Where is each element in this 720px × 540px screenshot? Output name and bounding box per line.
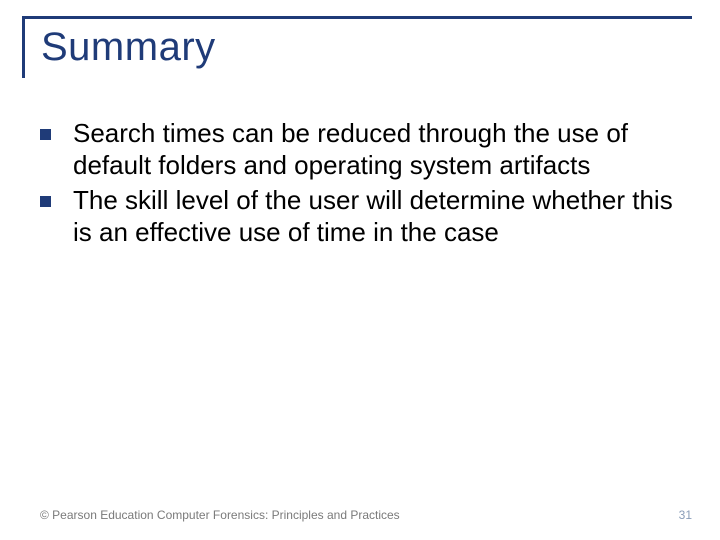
list-item: The skill level of the user will determi… xyxy=(40,185,682,248)
bullet-list: Search times can be reduced through the … xyxy=(22,118,692,249)
footer-copyright: © Pearson Education Computer Forensics: … xyxy=(40,508,400,522)
title-container: Summary xyxy=(22,16,692,78)
bullet-text: The skill level of the user will determi… xyxy=(73,185,682,248)
footer: © Pearson Education Computer Forensics: … xyxy=(0,508,720,522)
square-bullet-icon xyxy=(40,196,51,207)
page-number: 31 xyxy=(679,508,692,522)
square-bullet-icon xyxy=(40,129,51,140)
page-title: Summary xyxy=(41,25,692,70)
slide: Summary Search times can be reduced thro… xyxy=(0,0,720,540)
bullet-text: Search times can be reduced through the … xyxy=(73,118,682,181)
list-item: Search times can be reduced through the … xyxy=(40,118,682,181)
